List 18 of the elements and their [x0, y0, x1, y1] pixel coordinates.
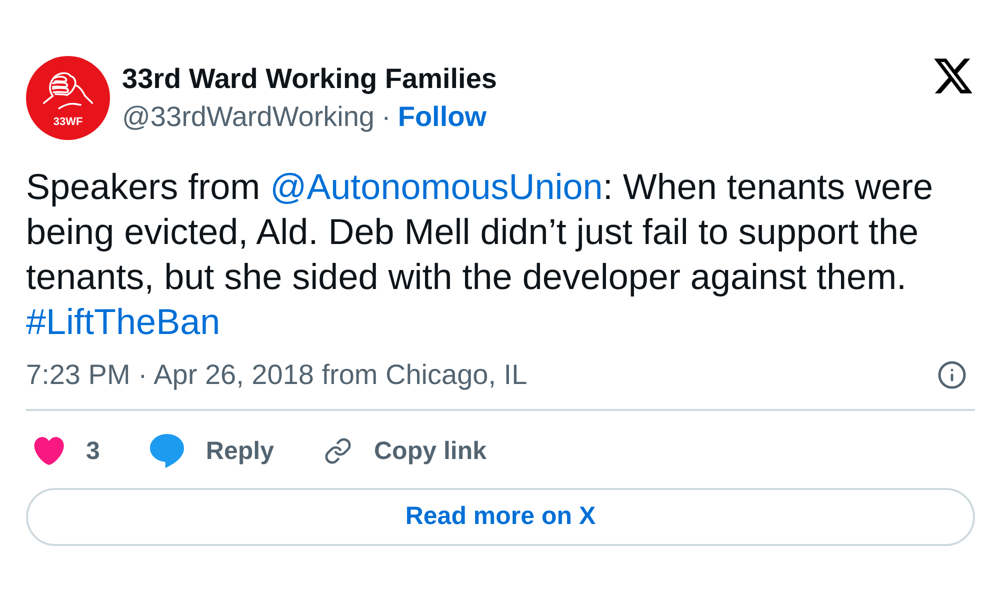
separator: ·	[382, 100, 391, 134]
info-icon[interactable]	[937, 360, 967, 390]
speech-bubble-icon	[150, 434, 184, 468]
avatar-label: 33WF	[53, 116, 83, 128]
account-handle: @33rdWardWorking	[122, 100, 375, 134]
read-more-button[interactable]: Read more on X	[26, 488, 975, 546]
copy-link-button[interactable]: Copy link	[324, 436, 487, 466]
post-timestamp[interactable]: 7:23 PM · Apr 26, 2018 from Chicago, IL	[26, 359, 528, 391]
reply-button[interactable]: Reply	[150, 434, 274, 468]
link-icon	[324, 437, 352, 465]
x-logo[interactable]	[934, 58, 972, 94]
follow-link[interactable]: Follow	[398, 100, 486, 134]
hashtag-link[interactable]: #LiftTheBan	[26, 301, 220, 342]
post-text: Speakers from @AutonomousUnion: When tenants were being evicted, Ald. Deb Mell didn’t just fail to support the tenants, but she sided with the developer against them. #LiftTheBan	[26, 165, 934, 344]
heart-icon	[34, 437, 64, 465]
mention-link[interactable]: @AutonomousUnion	[270, 166, 603, 207]
account-name: 33rd Ward Working Families	[122, 62, 497, 96]
like-button[interactable]: 3	[34, 436, 100, 466]
